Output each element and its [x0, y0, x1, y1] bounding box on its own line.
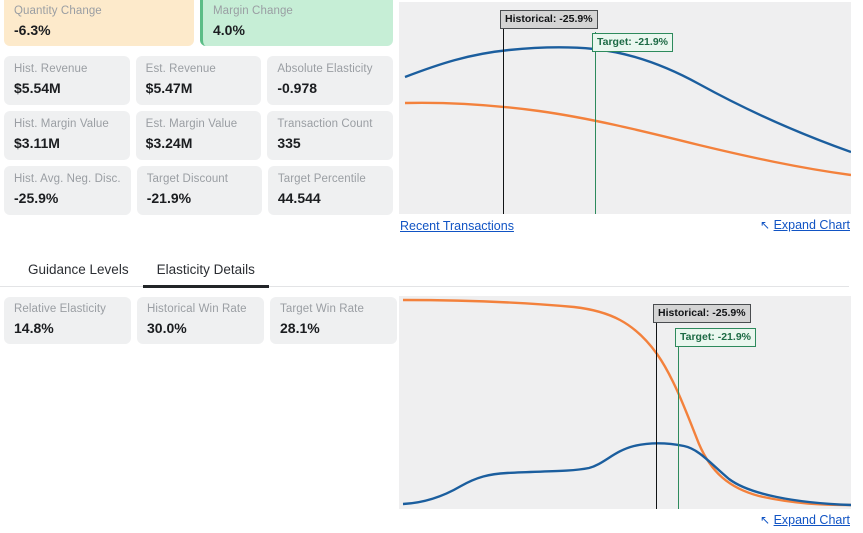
expand-chart-group-bottom[interactable]: ↗ Expand Chart [760, 513, 851, 527]
chart-lines-bottom [399, 296, 851, 509]
metric-card-absolute-elasticity: Absolute Elasticity -0.978 [267, 56, 393, 105]
metric-label: Est. Revenue [146, 62, 252, 77]
metric-label: Absolute Elasticity [277, 62, 383, 77]
chart-links-top: Recent Transactions ↗ Expand Chart [399, 214, 851, 238]
win-rate-curve-line [403, 300, 851, 505]
expand-chart-group-top[interactable]: ↗ Expand Chart [760, 218, 851, 232]
expand-chart-link[interactable]: Expand Chart [774, 513, 850, 527]
tab-list: Guidance Levels Elasticity Details [0, 255, 849, 287]
revenue-curve-line [405, 47, 851, 152]
metric-value: -25.9% [14, 189, 121, 208]
historical-marker-label-bottom: Historical: -25.9% [653, 304, 751, 323]
section-tabs: Guidance Levels Elasticity Details [0, 255, 863, 287]
volume-curve-line [403, 443, 851, 505]
metric-card-hist-margin-value: Hist. Margin Value $3.11M [4, 111, 130, 160]
metric-card-target-discount: Target Discount -21.9% [137, 166, 262, 215]
tab-guidance-levels[interactable]: Guidance Levels [14, 255, 143, 288]
metric-label: Target Percentile [278, 172, 383, 187]
target-marker-label-top: Target: -21.9% [592, 33, 673, 52]
target-marker-line-bottom [678, 328, 679, 509]
metric-value: -6.3% [14, 21, 184, 40]
metric-value: 4.0% [213, 21, 383, 40]
plot-area-top: Historical: -25.9% Target: -21.9% [399, 2, 851, 214]
metric-card-relative-elasticity: Relative Elasticity 14.8% [4, 297, 131, 344]
metric-value: 30.0% [147, 319, 254, 338]
metric-value: $3.24M [146, 134, 252, 153]
historical-marker-label-top: Historical: -25.9% [500, 10, 598, 29]
chart-links-bottom: ↗ Expand Chart [399, 509, 851, 533]
highlight-cards-row: Quantity Change -6.3% Margin Change 4.0% [4, 0, 393, 46]
metric-value: 335 [277, 134, 383, 153]
metrics-row-3: Hist. Avg. Neg. Disc. -25.9% Target Disc… [4, 166, 393, 215]
historical-marker-line-bottom [656, 308, 657, 509]
metric-value: -0.978 [277, 79, 383, 98]
metric-card-transaction-count: Transaction Count 335 [267, 111, 393, 160]
metric-label: Margin Change [213, 4, 383, 19]
metric-label: Historical Win Rate [147, 302, 254, 317]
metric-card-est-revenue: Est. Revenue $5.47M [136, 56, 262, 105]
target-marker-label-bottom: Target: -21.9% [675, 328, 756, 347]
metric-value: $5.47M [146, 79, 252, 98]
metric-card-target-percentile: Target Percentile 44.544 [268, 166, 393, 215]
elasticity-chart-top: Historical: -25.9% Target: -21.9% Recent… [399, 2, 851, 238]
metric-value: 14.8% [14, 319, 121, 338]
metric-value: -21.9% [147, 189, 252, 208]
metric-label: Target Discount [147, 172, 252, 187]
metric-value: $3.11M [14, 134, 120, 153]
metric-card-hist-avg-neg-disc: Hist. Avg. Neg. Disc. -25.9% [4, 166, 131, 215]
metric-card-margin-change: Margin Change 4.0% [200, 0, 393, 46]
metric-label: Quantity Change [14, 4, 184, 19]
metric-label: Hist. Margin Value [14, 117, 120, 132]
tab-label: Elasticity Details [157, 262, 255, 277]
elasticity-dashboard: Quantity Change -6.3% Margin Change 4.0%… [0, 0, 863, 533]
metric-card-quantity-change: Quantity Change -6.3% [4, 0, 194, 46]
target-marker-line-top [595, 32, 596, 214]
expand-arrows-icon: ↗ [760, 514, 770, 526]
tab-label: Guidance Levels [28, 262, 129, 277]
metrics-pane: Quantity Change -6.3% Margin Change 4.0%… [0, 0, 399, 242]
tab-elasticity-details[interactable]: Elasticity Details [143, 255, 269, 288]
metric-label: Relative Elasticity [14, 302, 121, 317]
expand-chart-link[interactable]: Expand Chart [774, 218, 850, 232]
expand-arrows-icon: ↗ [760, 219, 770, 231]
metric-card-target-win-rate: Target Win Rate 28.1% [270, 297, 397, 344]
metric-label: Transaction Count [277, 117, 383, 132]
margin-curve-line [405, 103, 851, 175]
win-rate-chart-bottom: Historical: -25.9% Target: -21.9% ↗ Expa… [399, 296, 851, 533]
metric-value: $5.54M [14, 79, 120, 98]
metric-card-hist-revenue: Hist. Revenue $5.54M [4, 56, 130, 105]
metric-value: 28.1% [280, 319, 387, 338]
metrics-row-1: Hist. Revenue $5.54M Est. Revenue $5.47M… [4, 56, 393, 105]
metric-label: Hist. Revenue [14, 62, 120, 77]
elasticity-cards-row: Relative Elasticity 14.8% Historical Win… [4, 297, 399, 344]
metric-value: 44.544 [278, 189, 383, 208]
metric-label: Hist. Avg. Neg. Disc. [14, 172, 121, 187]
elasticity-details-pane: Relative Elasticity 14.8% Historical Win… [0, 297, 399, 533]
metrics-row-2: Hist. Margin Value $3.11M Est. Margin Va… [4, 111, 393, 160]
plot-area-bottom: Historical: -25.9% Target: -21.9% [399, 296, 851, 509]
metric-card-historical-win-rate: Historical Win Rate 30.0% [137, 297, 264, 344]
historical-marker-line-top [503, 14, 504, 214]
metric-label: Est. Margin Value [146, 117, 252, 132]
metric-label: Target Win Rate [280, 302, 387, 317]
recent-transactions-link[interactable]: Recent Transactions [400, 219, 514, 233]
metric-card-est-margin-value: Est. Margin Value $3.24M [136, 111, 262, 160]
